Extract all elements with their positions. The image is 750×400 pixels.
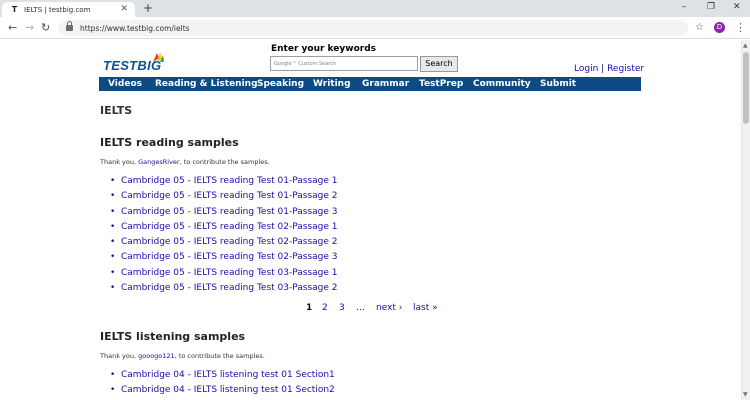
scroll-up-icon[interactable]: ▲ [743, 42, 748, 49]
pager-last[interactable]: last » [413, 302, 438, 314]
login-link[interactable]: Login [574, 64, 598, 74]
minimize-icon[interactable]: – [682, 2, 687, 13]
nav-speaking[interactable]: Speaking [257, 78, 304, 90]
nav-community[interactable]: Community [473, 78, 531, 90]
reading-link[interactable]: Cambridge 05 - IELTS reading Test 01-Pas… [110, 189, 338, 204]
close-tab-icon[interactable]: ✕ [120, 4, 128, 14]
scroll-down-icon[interactable]: ▼ [743, 391, 748, 398]
listening-link[interactable]: Cambridge 04 - IELTS listening test 01 S… [110, 368, 335, 383]
nav-submit[interactable]: Submit [540, 78, 576, 90]
main-nav: Videos Reading & Listening Speaking Writ… [99, 77, 641, 91]
browser-tab[interactable]: T IELTS | testbig.com ✕ [2, 2, 135, 17]
nav-testprep[interactable]: TestPrep [419, 78, 463, 90]
reading-link[interactable]: Cambridge 05 - IELTS reading Test 01-Pas… [110, 174, 338, 189]
listening-contributor-link[interactable]: gooogo121 [138, 352, 175, 360]
restore-icon[interactable]: ❐ [707, 2, 715, 13]
thanks-prefix: Thank you, [100, 352, 139, 360]
reload-icon[interactable]: ↻ [41, 21, 50, 35]
reading-link[interactable]: Cambridge 05 - IELTS reading Test 02-Pas… [110, 220, 338, 235]
listening-link[interactable]: Cambridge 04 - IELTS listening test 01 S… [110, 383, 335, 398]
page-title: IELTS [100, 104, 133, 117]
listening-links: Cambridge 04 - IELTS listening test 01 S… [110, 368, 335, 399]
close-window-icon[interactable]: ✕ [733, 2, 741, 13]
tab-strip: T IELTS | testbig.com ✕ + – ❐ ✕ [0, 0, 750, 17]
menu-dots-icon[interactable]: ⋮ [735, 21, 746, 34]
pager-page-3[interactable]: 3 [339, 302, 345, 314]
forward-icon[interactable]: → [25, 21, 34, 35]
reading-link[interactable]: Cambridge 05 - IELTS reading Test 03-Pas… [110, 266, 338, 281]
search-label: Enter your keywords [271, 44, 377, 54]
reading-link[interactable]: Cambridge 05 - IELTS reading Test 02-Pas… [110, 250, 338, 265]
reading-contributor-link[interactable]: GangesRiver [138, 158, 180, 166]
listening-thanks: Thank you, gooogo121, to contribute the … [100, 352, 265, 360]
thanks-suffix: , to contribute the samples. [179, 158, 270, 166]
register-link[interactable]: Register [607, 64, 644, 74]
reading-section-title: IELTS reading samples [100, 136, 239, 149]
auth-links: Login | Register [574, 64, 644, 74]
lock-icon [66, 21, 73, 31]
reading-link[interactable]: Cambridge 05 - IELTS reading Test 03-Pas… [110, 281, 338, 296]
tab-title: IELTS | testbig.com [24, 5, 91, 14]
url-text[interactable]: https://www.testbig.com/ielts [80, 24, 190, 33]
thanks-suffix: , to contribute the samples. [174, 352, 265, 360]
search-input[interactable]: Google™ Custom Search [270, 56, 418, 71]
new-tab-icon[interactable]: + [143, 1, 153, 15]
nav-grammar[interactable]: Grammar [362, 78, 409, 90]
auth-separator: | [601, 64, 605, 74]
reading-thanks: Thank you, GangesRiver, to contribute th… [100, 158, 270, 166]
bookmark-star-icon[interactable]: ☆ [695, 22, 704, 33]
nav-videos[interactable]: Videos [108, 78, 142, 90]
pager-next[interactable]: next › [376, 302, 402, 314]
listening-section-title: IELTS listening samples [100, 330, 246, 343]
reading-link[interactable]: Cambridge 05 - IELTS reading Test 01-Pas… [110, 205, 338, 220]
thanks-prefix: Thank you, [100, 158, 139, 166]
reading-links: Cambridge 05 - IELTS reading Test 01-Pas… [110, 174, 338, 296]
favicon-icon: T [11, 5, 18, 14]
search-button[interactable]: Search [420, 56, 458, 72]
nav-writing[interactable]: Writing [313, 78, 351, 90]
address-bar[interactable]: https://www.testbig.com/ielts [58, 20, 688, 36]
logo-flame-icon [153, 52, 164, 62]
nav-reading-listening[interactable]: Reading & Listening [155, 78, 258, 90]
pager-page-2[interactable]: 2 [322, 302, 328, 314]
back-icon[interactable]: ← [8, 21, 17, 35]
pager-ellipsis: … [356, 303, 365, 313]
reading-link[interactable]: Cambridge 05 - IELTS reading Test 02-Pas… [110, 235, 338, 250]
pager-current: 1 [306, 303, 313, 313]
scrollbar-thumb[interactable] [743, 52, 749, 124]
profile-avatar[interactable]: D [714, 22, 725, 33]
browser-toolbar: ← → ↻ https://www.testbig.com/ielts ☆ D … [0, 17, 750, 39]
